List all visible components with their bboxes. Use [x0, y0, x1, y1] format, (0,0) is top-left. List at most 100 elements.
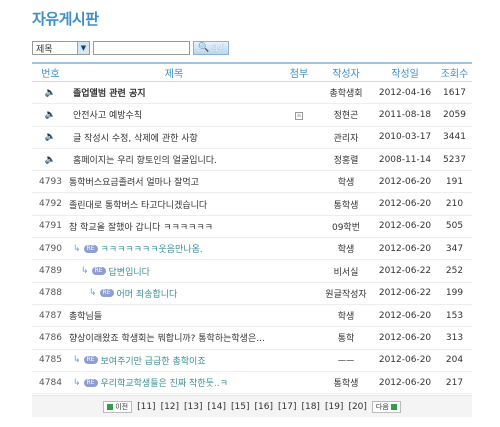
row-num: 4788: [39, 288, 62, 299]
row-num: 4787: [39, 310, 62, 321]
table-row: 4792 졸린대로 통학버스 타고다니겠습니다 통학생 2012-06-20 210: [32, 193, 472, 216]
row-title-cell: ↳ RE 어머 죄송합니다: [69, 287, 279, 300]
table-row: 4786 향상이래왔죠 학생회는 뭐합니까? 통학하는학생은... 통학 2012-0…: [32, 327, 472, 350]
table-row: 4790 ↳ RE ㅋㅋㅋㅋㅋㅋㅋ웃음만나옴. 학생 2012-06-20 347: [32, 238, 472, 261]
row-views: 313: [445, 332, 464, 343]
prev-page-button[interactable]: 이전: [103, 400, 133, 413]
header-author: 작성자: [332, 69, 360, 80]
row-author: 관리자: [333, 133, 359, 144]
table-row: 4784 ↳ RE 우리학교학생들은 진짜 착한듯..ㅋ 통학생 2012-06-20 21…: [32, 372, 472, 395]
post-title-link[interactable]: 총학님들: [69, 309, 102, 322]
search-field-select-value: 제목: [36, 44, 53, 55]
reply-badge: RE: [91, 267, 106, 276]
row-num: 🔈: [32, 155, 69, 165]
row-date: 2012-06-20: [378, 355, 432, 366]
row-date: 2012-06-20: [378, 310, 432, 321]
row-views: 191: [445, 176, 464, 187]
row-title-cell: 졸업앨범 관련 공지: [69, 86, 279, 99]
prev-arrow-icon: [107, 403, 114, 410]
board-table: 번호 제목 첨부 작성자 작성일 조회수 🔈 졸업앨범 관련 공지 총학생회 2012…: [32, 62, 472, 395]
table-body: 🔈 졸업앨범 관련 공지 총학생회 2012-04-16 1617 🔈 안전사고 예방수칙 ≡…: [32, 82, 472, 395]
reply-badge: RE: [99, 289, 114, 298]
page-link[interactable]: [15]: [230, 402, 250, 412]
attachment-icon[interactable]: ≡: [295, 111, 303, 120]
next-arrow-icon: [390, 403, 397, 410]
post-title-link[interactable]: 졸린대로 통학버스 타고다니겠습니다: [69, 198, 207, 211]
post-title-link[interactable]: 향상이래왔죠 학생회는 뭐합니까? 통학하는학생은...: [69, 331, 265, 344]
row-author: 학생: [337, 178, 355, 189]
post-title-link[interactable]: 우리학교학생들은 진짜 착한듯..ㅋ: [101, 376, 228, 389]
row-views: 217: [445, 377, 464, 388]
post-title-link[interactable]: 보여주기만 급급한 총학이죠: [101, 354, 206, 367]
page-link[interactable]: [12]: [160, 402, 180, 412]
table-row: 🔈 홈페이지는 우리 향토인의 얼굴입니다. 정홍렬 2008-11-14 5237: [32, 149, 472, 172]
row-author: 09학번: [331, 222, 360, 233]
table-row: 4788 ↳ RE 어머 죄송합니다 원글작성자 2012-06-22 199: [32, 283, 472, 305]
reply-badge: RE: [83, 356, 98, 365]
reply-badge: RE: [83, 244, 98, 253]
post-title-link[interactable]: 졸업앨범 관련 공지: [73, 86, 146, 99]
search-button[interactable]: 🔍 검색: [193, 41, 229, 55]
post-title-link[interactable]: 홈페이지는 우리 향토인의 얼굴입니다.: [73, 153, 217, 166]
row-date: 2011-08-18: [378, 109, 432, 120]
row-date: 2012-06-20: [378, 377, 432, 388]
post-title-link[interactable]: 답변입니다: [109, 265, 150, 278]
header-views: 조회수: [440, 69, 469, 80]
row-views: 204: [445, 355, 464, 366]
page-link[interactable]: [18]: [300, 402, 320, 412]
post-title-link[interactable]: ㅋㅋㅋㅋㅋㅋㅋ웃음만나옴.: [101, 242, 203, 255]
row-author: 통학생: [333, 200, 359, 211]
row-views: 199: [445, 288, 464, 299]
page-link[interactable]: [13]: [183, 402, 203, 412]
row-date: 2012-04-16: [378, 87, 432, 98]
page-link[interactable]: [16]: [254, 402, 274, 412]
row-num: 🔈: [32, 88, 69, 98]
row-date: 2012-06-22: [378, 266, 432, 277]
row-title-cell: 안전사고 예방수칙: [69, 108, 279, 121]
row-date: 2012-06-20: [378, 243, 432, 254]
row-num: 4790: [39, 243, 62, 254]
next-page-button[interactable]: 다음: [371, 400, 401, 413]
page-link[interactable]: [20]: [347, 402, 367, 412]
page-link[interactable]: [19]: [324, 402, 344, 412]
post-title-link[interactable]: 통학버스요금졸려서 얼마나 잘먹고: [69, 175, 199, 188]
row-author: 정홍렬: [333, 156, 359, 167]
row-title-cell: 참 학교올 잘했아 갑니다 ㅋㅋㅋㅋㅋㅋ: [69, 220, 279, 233]
post-title-link[interactable]: 참 학교올 잘했아 갑니다 ㅋㅋㅋㅋㅋㅋ: [69, 220, 213, 233]
page-link[interactable]: [14]: [207, 402, 227, 412]
speaker-icon: 🔈: [44, 154, 57, 165]
next-page-label: 다음: [375, 402, 389, 411]
row-author: 통학: [337, 334, 355, 345]
search-field-select[interactable]: 제목 ▼: [32, 41, 90, 55]
row-author: 통학생: [333, 379, 359, 389]
row-title-cell: 총학님들: [69, 309, 279, 322]
row-views: 505: [445, 221, 464, 232]
page-link[interactable]: [11]: [136, 402, 156, 412]
header-date: 작성일: [391, 69, 419, 80]
row-views: 153: [445, 310, 464, 321]
reply-arrow-icon: ↳: [73, 243, 81, 254]
row-num: 4786: [39, 332, 62, 343]
row-date: 2012-06-20: [378, 199, 432, 210]
page-link[interactable]: [17]: [277, 402, 297, 412]
row-title-cell: 졸린대로 통학버스 타고다니겠습니다: [69, 198, 279, 211]
row-views: 5237: [443, 154, 466, 165]
row-author: 비서실: [333, 267, 359, 278]
row-views: 1617: [443, 87, 466, 98]
chevron-down-icon: ▼: [77, 42, 89, 54]
row-date: 2012-06-20: [378, 221, 432, 232]
row-title-cell: 통학버스요금졸려서 얼마나 잘먹고: [69, 175, 279, 188]
row-title-cell: ↳ RE ㅋㅋㅋㅋㅋㅋㅋ웃음만나옴.: [69, 242, 279, 256]
row-num: 4785: [39, 355, 62, 366]
row-date: 2012-06-20: [378, 332, 432, 343]
post-title-link[interactable]: 어머 죄송합니다: [117, 287, 178, 300]
search-input[interactable]: [93, 41, 190, 55]
row-num: 4793: [39, 176, 62, 187]
post-title-link[interactable]: 안전사고 예방수칙: [73, 108, 142, 121]
post-title-link[interactable]: 글 작성시 수정, 삭제에 관한 사항: [73, 131, 198, 144]
row-views: 210: [445, 199, 464, 210]
row-title-cell: ↳ RE 보여주기만 급급한 총학이죠: [69, 354, 279, 367]
table-row: 4789 ↳ RE 답변입니다 비서실 2012-06-22 252: [32, 260, 472, 283]
reply-arrow-icon: ↳: [89, 288, 97, 299]
table-header: 번호 제목 첨부 작성자 작성일 조회수: [32, 62, 472, 82]
